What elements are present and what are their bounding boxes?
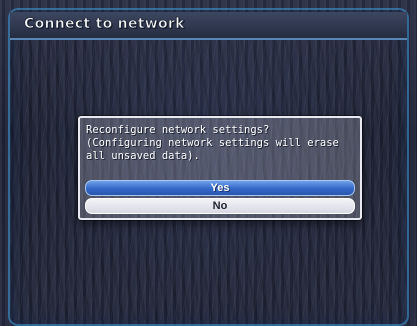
page-title: Connect to network: [24, 16, 185, 33]
yes-button[interactable]: Yes: [85, 180, 355, 196]
dialog-message-line: (Configuring network settings will erase: [86, 137, 339, 149]
dialog-message: Reconfigure network settings? (Configuri…: [86, 124, 354, 163]
screen: Connect to network Reconfigure network s…: [0, 0, 417, 326]
confirm-dialog: Reconfigure network settings? (Configuri…: [78, 116, 362, 220]
dialog-message-line: Reconfigure network settings?: [86, 124, 270, 136]
no-button[interactable]: No: [85, 198, 355, 214]
dialog-message-line: all unsaved data).: [86, 150, 200, 162]
